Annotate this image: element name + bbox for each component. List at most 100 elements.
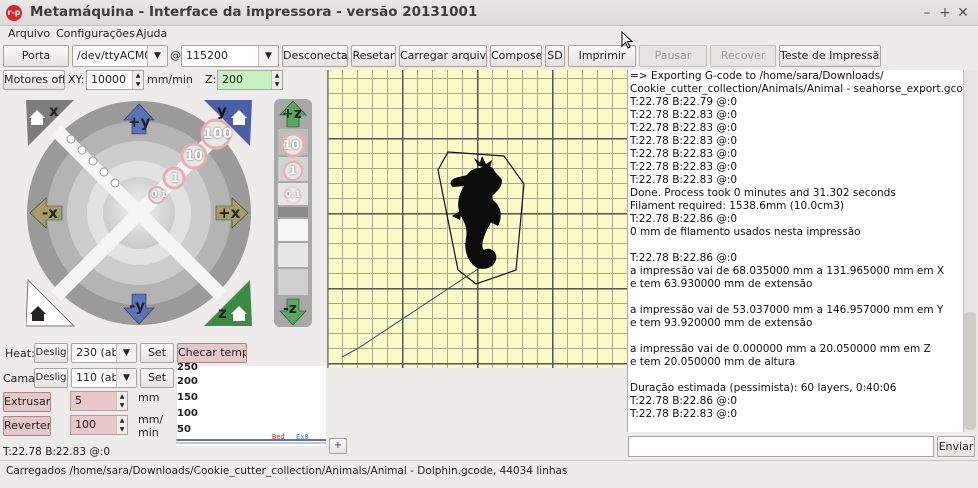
log-line: T:22.78 B:22.86 @:0 <box>630 252 738 264</box>
log-line: T:22.78 B:22.83 @:0 <box>630 174 738 186</box>
log-line: T:22.78 B:22.83 @:0 <box>630 109 738 121</box>
menu-configuracoes[interactable]: Configurações <box>56 27 135 40</box>
maximize-button[interactable]: + <box>936 4 954 22</box>
heat-off-button[interactable]: Deslig <box>34 343 68 363</box>
log-line: 0 mm de filamento usados nesta impressão <box>630 226 861 238</box>
z-speed-input[interactable]: 200 ▲ ▼ <box>217 70 283 90</box>
motors-off-button[interactable]: Motores off <box>3 70 65 90</box>
log-line: Filament required: 1538.6mm (10.0cm3) <box>630 200 844 212</box>
minus-z-label: -z <box>283 301 297 317</box>
xy-speed-input[interactable]: 10000 ▲ ▼ <box>86 70 144 90</box>
menu-arquivo[interactable]: Arquivo <box>8 27 50 40</box>
port-select[interactable]: /dev/ttyACM0 ▼ <box>72 45 168 67</box>
log-line: T:22.78 B:22.83 @:0 <box>630 135 738 147</box>
step-100-label[interactable]: 100 <box>203 126 232 142</box>
port-button[interactable]: Porta <box>3 45 69 67</box>
window-title: Metamáquina - Interface da impressora - … <box>30 4 478 20</box>
log-line: a impressão vai de 0.000000 mm a 20.0500… <box>630 343 931 355</box>
graph-tick-50: 50 <box>177 424 191 435</box>
baud-value: 115200 <box>186 49 228 62</box>
extrude-unit: mm <box>138 391 160 404</box>
test-print-button[interactable]: Teste de Impressão <box>779 45 881 67</box>
status-bar: Carregados /home/sara/Downloads/Cookie_c… <box>0 460 978 484</box>
extrude-amount-input[interactable]: 5 ▲ ▼ <box>70 391 128 411</box>
graph-tick-200: 200 <box>177 376 198 387</box>
graph-tick-250: 250 <box>177 362 198 373</box>
disconnect-button[interactable]: Desconectar <box>282 45 348 67</box>
chevron-down-icon: ▼ <box>147 46 167 66</box>
xy-unit: mm/min <box>147 73 193 86</box>
minus-y-label: -y <box>129 297 146 315</box>
z-jog-control[interactable] <box>274 99 312 327</box>
add-button[interactable]: + <box>329 438 347 454</box>
step-10-label[interactable]: 10 <box>185 149 203 164</box>
compose-button[interactable]: Compose <box>490 45 542 67</box>
graph-legend-ext: Ex0 <box>296 433 309 441</box>
load-file-button[interactable]: Carregar arquivo <box>399 45 487 67</box>
temperature-graph: 250 200 150 100 50 Bed Ex0 <box>176 362 326 446</box>
chevron-down-icon: ▼ <box>258 46 278 66</box>
log-line: Cookie_cutter_collection/Animals/Animal … <box>630 83 963 95</box>
log-line: => Exporting G-code to /home/sara/Downlo… <box>630 70 884 82</box>
heat-set-button[interactable]: Set <box>140 343 174 363</box>
menu-ajuda[interactable]: Ajuda <box>136 27 167 40</box>
app-icon: r-p <box>6 5 22 21</box>
z-step-01-label[interactable]: 0.1 <box>285 190 301 200</box>
extrude-amount-value: 5 <box>75 394 82 407</box>
log-line: T:22.78 B:22.83 @:0 <box>630 161 738 173</box>
extrude-speed-input[interactable]: 100 ▲ ▼ <box>70 415 128 435</box>
home-y-label: y <box>217 102 227 120</box>
command-input[interactable] <box>628 436 934 457</box>
minimize-button[interactable]: – <box>918 4 936 22</box>
recover-button[interactable]: Recover <box>710 45 776 67</box>
log-line: Done. Process took 0 minutes and 31.302 … <box>630 187 896 199</box>
pause-button[interactable]: Pausar <box>639 45 707 67</box>
graph-tick-150: 150 <box>177 392 198 403</box>
extrude-speed-value: 100 <box>75 418 96 431</box>
minus-x-label: -x <box>42 204 58 222</box>
mouse-cursor-icon <box>621 31 634 49</box>
check-temp-button[interactable]: Checar temp <box>177 343 247 363</box>
log-line: e tem 93.920000 mm de extensão <box>630 317 813 329</box>
reverse-button[interactable]: Reverter <box>3 416 51 436</box>
reset-button[interactable]: Resetar <box>351 45 396 67</box>
log-scrollbar-thumb[interactable] <box>964 312 976 430</box>
log-line: e tem 63.930000 mm de extensão <box>630 278 813 290</box>
log-line: T:22.78 B:22.79 @:0 <box>630 96 738 108</box>
extrude-speed-unit-2: min <box>138 426 159 439</box>
print-preview-grid[interactable] <box>327 70 627 368</box>
bed-off-button[interactable]: Deslig <box>34 368 68 388</box>
step-01-label[interactable]: 0.1 <box>151 190 167 200</box>
sd-button[interactable]: SD <box>545 45 565 67</box>
menu-bar: Arquivo Configurações Ajuda <box>0 26 978 44</box>
port-value: /dev/ttyACM0 <box>77 49 152 62</box>
heat-temp-value: 230 (ab <box>76 346 119 359</box>
baud-select[interactable]: 115200 ▼ <box>181 45 279 67</box>
extrude-button[interactable]: Extrusar <box>3 392 51 412</box>
send-button[interactable]: Enviar <box>937 436 975 457</box>
heat-temp-select[interactable]: 230 (ab ▼ <box>71 343 137 363</box>
z-step-1-label[interactable]: 1 <box>289 164 297 177</box>
bed-temp-select[interactable]: 110 (ab ▼ <box>71 368 137 388</box>
z-step-10-label[interactable]: 10 <box>283 138 300 152</box>
graph-legend-bed: Bed <box>272 433 285 441</box>
z-label: Z: <box>205 73 217 86</box>
bed-set-button[interactable]: Set <box>140 368 174 388</box>
status-text: Carregados /home/sara/Downloads/Cookie_c… <box>6 465 568 477</box>
step-1-label[interactable]: 1 <box>171 171 179 185</box>
spin-arrows-icon: ▲ ▼ <box>132 71 143 89</box>
plus-x-label: +x <box>218 204 241 222</box>
at-label: @ <box>170 49 181 62</box>
log-line: a impressão vai de 68.035000 mm a 131.96… <box>630 265 945 277</box>
log-line: Duração estimada (pessimista): 60 layers… <box>630 382 897 394</box>
plus-z-label: +z <box>282 106 302 122</box>
home-x-label: x <box>49 102 59 120</box>
close-button[interactable]: ✕ <box>954 4 972 22</box>
heat-label: Heat: <box>5 347 35 360</box>
xy-label: XY: <box>68 73 85 86</box>
spin-arrows-icon: ▲ ▼ <box>271 71 282 89</box>
